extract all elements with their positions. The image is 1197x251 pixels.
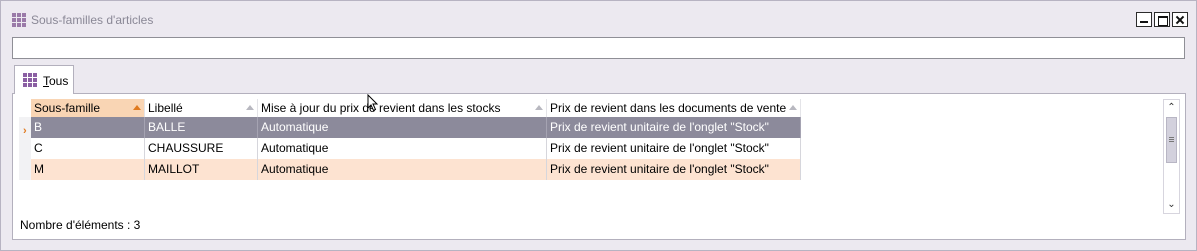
table-row[interactable]: B BALLE Automatique Prix de revient unit…: [31, 117, 801, 138]
column-header-mise-a-jour[interactable]: Mise à jour du prix de revient dans les …: [258, 99, 547, 117]
table-cell: C: [31, 138, 145, 159]
column-header-prix-de-revient[interactable]: Prix de revient dans les documents de ve…: [547, 99, 801, 117]
title-bar[interactable]: Sous-familles d'articles: [1, 1, 1196, 35]
close-button[interactable]: [1172, 12, 1188, 27]
table-cell: Prix de revient unitaire de l'onglet "St…: [547, 159, 801, 180]
table-cell: Automatique: [258, 159, 547, 180]
vertical-scrollbar[interactable]: ⌃ ⌄: [1163, 99, 1180, 214]
tab-label: Tous: [43, 74, 69, 88]
table-cell: Automatique: [258, 138, 547, 159]
table-cell: CHAUSSURE: [145, 138, 258, 159]
data-grid: Sous-famille Libellé Mise à jour du prix…: [19, 99, 1163, 211]
current-row-indicator: ›: [23, 125, 27, 137]
column-header-sous-famille[interactable]: Sous-famille: [31, 99, 145, 117]
sort-ascending-icon: [133, 105, 141, 110]
grip-icon: [1169, 137, 1174, 138]
tab-tous[interactable]: Tous: [14, 65, 74, 94]
table-cell: M: [31, 159, 145, 180]
sort-icon: [535, 105, 543, 110]
window: Sous-familles d'articles Tous Sous-famil…: [0, 0, 1197, 251]
sort-icon: [789, 105, 797, 110]
scrollbar-thumb[interactable]: [1166, 117, 1177, 163]
search-input[interactable]: [12, 37, 1185, 59]
table-cell: Automatique: [258, 117, 547, 138]
table-cell: Prix de revient unitaire de l'onglet "St…: [547, 117, 801, 138]
grid-panel: Sous-famille Libellé Mise à jour du prix…: [12, 93, 1186, 240]
column-header-libelle[interactable]: Libellé: [145, 99, 258, 117]
minimize-button[interactable]: [1136, 12, 1152, 27]
scroll-up-icon[interactable]: ⌃: [1164, 100, 1179, 116]
maximize-button[interactable]: [1154, 12, 1170, 27]
grid-icon: [12, 13, 26, 27]
window-controls: [1136, 12, 1188, 27]
window-title: Sous-familles d'articles: [31, 13, 154, 27]
scroll-down-icon[interactable]: ⌄: [1164, 197, 1179, 213]
table-row[interactable]: M MAILLOT Automatique Prix de revient un…: [31, 159, 801, 180]
table-row[interactable]: C CHAUSSURE Automatique Prix de revient …: [31, 138, 801, 159]
table-cell: B: [31, 117, 145, 138]
table-cell: Prix de revient unitaire de l'onglet "St…: [547, 138, 801, 159]
table-cell: MAILLOT: [145, 159, 258, 180]
sort-icon: [246, 105, 254, 110]
grid-icon: [23, 73, 37, 87]
item-count: Nombre d'éléments : 3: [20, 218, 141, 232]
table-cell: BALLE: [145, 117, 258, 138]
